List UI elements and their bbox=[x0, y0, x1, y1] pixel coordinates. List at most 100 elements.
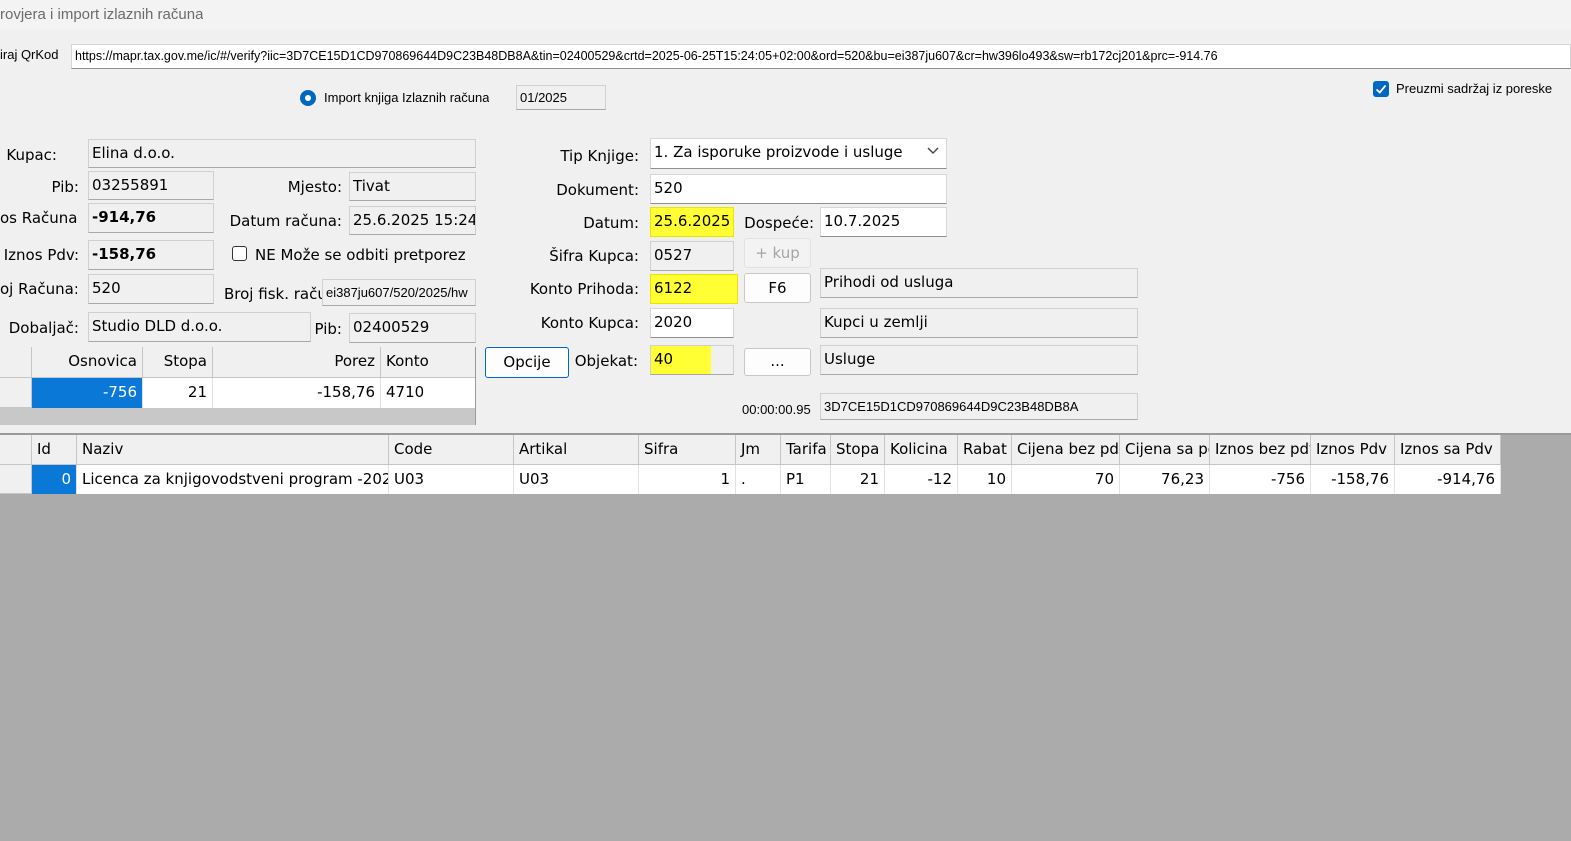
items-col-artikal[interactable]: Artikal bbox=[514, 435, 639, 465]
items-col-iznos-sa[interactable]: Iznos sa Pdv bbox=[1395, 435, 1501, 465]
tax-table-scrollbar[interactable] bbox=[0, 408, 475, 425]
import-label: Import knjiga Izlaznih računa bbox=[324, 90, 490, 105]
f6-button[interactable]: F6 bbox=[744, 273, 811, 303]
kupac-field[interactable]: Elina d.o.o. bbox=[88, 139, 476, 168]
tip-knjige-label: Tip Knjige: bbox=[560, 147, 639, 165]
tax-table: Osnovica Stopa Porez Konto -756 21 -158,… bbox=[0, 347, 476, 425]
konto-kupca-name: Kupci u zemlji bbox=[820, 308, 1138, 338]
tax-col-porez[interactable]: Porez bbox=[213, 347, 381, 378]
items-row-header-corner bbox=[0, 435, 32, 465]
pib-label: Pib: bbox=[51, 178, 79, 196]
preuzmi-label: Preuzmi sadržaj iz poreske bbox=[1396, 81, 1553, 96]
items-table: Id Naziv Code Artikal Sifra Jm Tarifa St… bbox=[0, 435, 1501, 495]
items-col-code[interactable]: Code bbox=[389, 435, 514, 465]
item-cell-cijena-sa[interactable]: 76,23 bbox=[1120, 465, 1210, 494]
qr-url-input[interactable]: https://mapr.tax.gov.me/ic/#/verify?iic=… bbox=[71, 44, 1571, 69]
items-col-sifra[interactable]: Sifra bbox=[639, 435, 736, 465]
datum-label: Datum: bbox=[583, 214, 639, 232]
qr-label: iraj QrKod bbox=[0, 47, 59, 62]
tax-col-konto[interactable]: Konto bbox=[381, 347, 475, 378]
pib-field[interactable]: 03255891 bbox=[88, 171, 214, 200]
iznos-racuna-label: os Računa: bbox=[0, 209, 79, 227]
datum-field[interactable]: 25.6.2025 bbox=[650, 207, 734, 237]
period-input[interactable]: 01/2025 bbox=[516, 85, 606, 110]
iznos-pdv-field[interactable]: -158,76 bbox=[88, 240, 214, 270]
items-col-cijena-bez[interactable]: Cijena bez pdv bbox=[1012, 435, 1120, 465]
dospece-field[interactable]: 10.7.2025 bbox=[820, 207, 947, 237]
import-radio[interactable] bbox=[300, 90, 316, 106]
item-cell-artikal[interactable]: U03 bbox=[514, 465, 639, 494]
item-cell-rabat[interactable]: 10 bbox=[958, 465, 1012, 494]
ne-moze-label: NE Može se odbiti pretporez bbox=[255, 246, 466, 264]
dokument-label: Dokument: bbox=[556, 181, 639, 199]
tip-knjige-select[interactable]: 1. Za isporuke proizvode i usluge bbox=[650, 138, 947, 169]
iznos-racuna-field[interactable]: -914,76 bbox=[88, 203, 214, 233]
items-col-rabat[interactable]: Rabat bbox=[958, 435, 1012, 465]
dobavljac-label: Dobaljač: bbox=[8, 319, 79, 337]
item-cell-kolicina[interactable]: -12 bbox=[885, 465, 958, 494]
konto-kupca-field[interactable]: 2020 bbox=[650, 308, 734, 338]
item-cell-stopa[interactable]: 21 bbox=[831, 465, 885, 494]
broj-racuna-field[interactable]: 520 bbox=[88, 274, 214, 304]
item-cell-iznos-bez[interactable]: -756 bbox=[1210, 465, 1311, 494]
items-col-iznos-bez[interactable]: Iznos bez pdv bbox=[1210, 435, 1311, 465]
objekat-field[interactable]: 40 bbox=[650, 345, 734, 375]
konto-prihoda-name: Prihodi od usluga bbox=[820, 268, 1138, 298]
tax-row-header-corner bbox=[0, 347, 32, 378]
broj-fisk-field[interactable]: ei387ju607/520/2025/hw bbox=[322, 279, 476, 306]
sifra-kupca-field[interactable]: 0527 bbox=[650, 241, 734, 271]
tax-cell-konto[interactable]: 4710 bbox=[381, 378, 475, 408]
items-col-jm[interactable]: Jm bbox=[736, 435, 781, 465]
konto-prihoda-field[interactable]: 6122 bbox=[650, 274, 738, 304]
broj-racuna-label: oj Računa: bbox=[0, 280, 77, 298]
tax-row-header[interactable] bbox=[0, 378, 32, 408]
objekat-lookup-button[interactable]: ... bbox=[744, 348, 811, 376]
dob-pib-field[interactable]: 02400529 bbox=[349, 313, 476, 343]
items-col-id[interactable]: Id bbox=[32, 435, 77, 465]
iic-field: 3D7CE15D1CD970869644D9C23B48DB8A bbox=[820, 393, 1138, 420]
check-icon bbox=[1375, 84, 1387, 94]
konto-kupca-label: Konto Kupca: bbox=[540, 314, 639, 332]
konto-prihoda-label: Konto Prihoda: bbox=[529, 280, 639, 298]
objekat-value: 40 bbox=[654, 350, 674, 368]
datum-racuna-label: Datum računa: bbox=[229, 212, 342, 230]
opcije-button[interactable]: Opcije bbox=[485, 347, 569, 378]
mjesto-field[interactable]: Tivat bbox=[349, 172, 476, 201]
item-cell-id[interactable]: 0 bbox=[32, 465, 77, 494]
window-title: rovjera i import izlaznih računa bbox=[0, 6, 204, 23]
dobavljac-field[interactable]: Studio DLD d.o.o. bbox=[88, 312, 311, 342]
tax-col-osnovica[interactable]: Osnovica bbox=[32, 347, 143, 378]
items-col-naziv[interactable]: Naziv bbox=[77, 435, 389, 465]
tax-cell-porez[interactable]: -158,76 bbox=[213, 378, 381, 408]
timer-label: 00:00:00.95 bbox=[742, 402, 811, 417]
item-cell-code[interactable]: U03 bbox=[389, 465, 514, 494]
iznos-pdv-label: Iznos Pdv: bbox=[3, 246, 79, 264]
item-cell-iznos-pdv[interactable]: -158,76 bbox=[1311, 465, 1395, 494]
items-row-header[interactable] bbox=[0, 465, 32, 494]
item-cell-iznos-sa[interactable]: -914,76 bbox=[1395, 465, 1501, 494]
items-col-stopa[interactable]: Stopa bbox=[831, 435, 885, 465]
items-col-tarifa[interactable]: Tarifa bbox=[781, 435, 831, 465]
ne-moze-checkbox[interactable] bbox=[232, 246, 247, 261]
preuzmi-checkbox[interactable] bbox=[1373, 81, 1389, 97]
items-col-cijena-sa[interactable]: Cijena sa pdv bbox=[1120, 435, 1210, 465]
item-cell-tarifa[interactable]: P1 bbox=[781, 465, 831, 494]
add-kupac-button[interactable]: + kup bbox=[744, 238, 811, 268]
kupac-label: Kupac: bbox=[6, 146, 57, 164]
item-cell-jm[interactable]: . bbox=[736, 465, 781, 494]
tax-col-stopa[interactable]: Stopa bbox=[143, 347, 213, 378]
tax-cell-osnovica[interactable]: -756 bbox=[32, 378, 143, 408]
items-col-iznos-pdv[interactable]: Iznos Pdv bbox=[1311, 435, 1395, 465]
items-col-kolicina[interactable]: Kolicina bbox=[885, 435, 958, 465]
item-cell-sifra[interactable]: 1 bbox=[639, 465, 736, 494]
dokument-field[interactable]: 520 bbox=[650, 174, 947, 204]
item-cell-cijena-bez[interactable]: 70 bbox=[1012, 465, 1120, 494]
tax-cell-stopa[interactable]: 21 bbox=[143, 378, 213, 408]
broj-fisk-label: Broj fisk. raču bbox=[224, 285, 322, 303]
dob-pib-label: Pib: bbox=[314, 320, 342, 338]
sifra-kupca-label: Šifra Kupca: bbox=[549, 247, 639, 265]
datum-racuna-field[interactable]: 25.6.2025 15:24 bbox=[349, 206, 476, 235]
chevron-down-icon bbox=[927, 147, 939, 154]
objekat-name: Usluge bbox=[820, 345, 1138, 375]
item-cell-naziv[interactable]: Licenca za knjigovodstveni program -2025 bbox=[77, 465, 389, 494]
